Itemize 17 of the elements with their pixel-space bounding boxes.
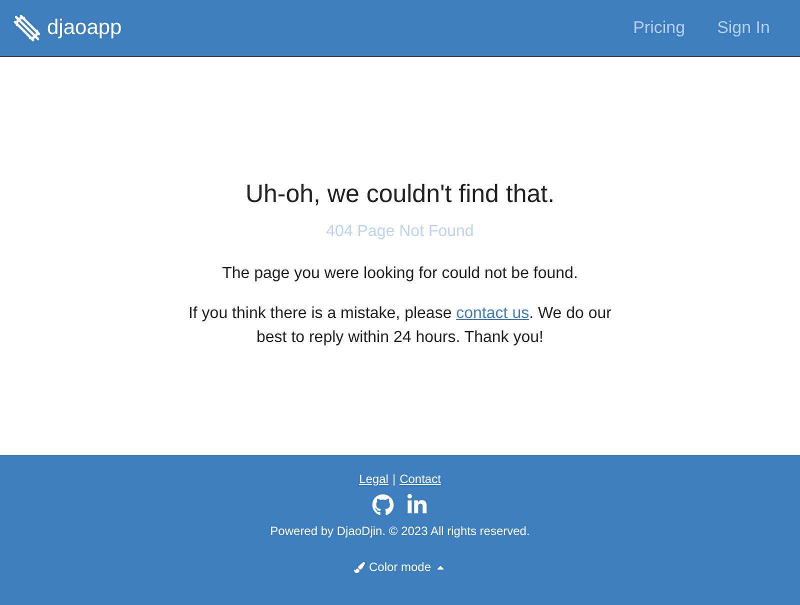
color-mode-button[interactable]: Color mode xyxy=(354,560,446,574)
nav-link[interactable]: Sign In xyxy=(701,10,786,46)
separator: | xyxy=(392,472,396,486)
error-subtitle: 404 Page Not Found xyxy=(326,223,474,241)
contact-link[interactable]: contact us xyxy=(456,305,530,322)
help-text: If you think there is a mistake, please contact us. We do our best to reply within 24 hours. Thank you! xyxy=(187,304,613,348)
brand-logo[interactable]: djaoapp xyxy=(12,13,122,43)
error-message: The page you were looking for could not be found. xyxy=(222,264,578,284)
logo-icon xyxy=(12,13,42,43)
page-title: Uh-oh, we couldn't find that. xyxy=(245,180,555,209)
nav-link[interactable]: Pricing xyxy=(617,10,702,46)
copyright-text: Powered by DjaoDjin. © 2023 All rights reserved. xyxy=(270,524,530,538)
brush-icon xyxy=(354,562,365,572)
legal-link[interactable]: Legal xyxy=(359,472,388,486)
contact-footer-link[interactable]: Contact xyxy=(400,472,441,486)
github-icon[interactable] xyxy=(372,494,394,516)
linkedin-icon[interactable] xyxy=(406,494,428,516)
